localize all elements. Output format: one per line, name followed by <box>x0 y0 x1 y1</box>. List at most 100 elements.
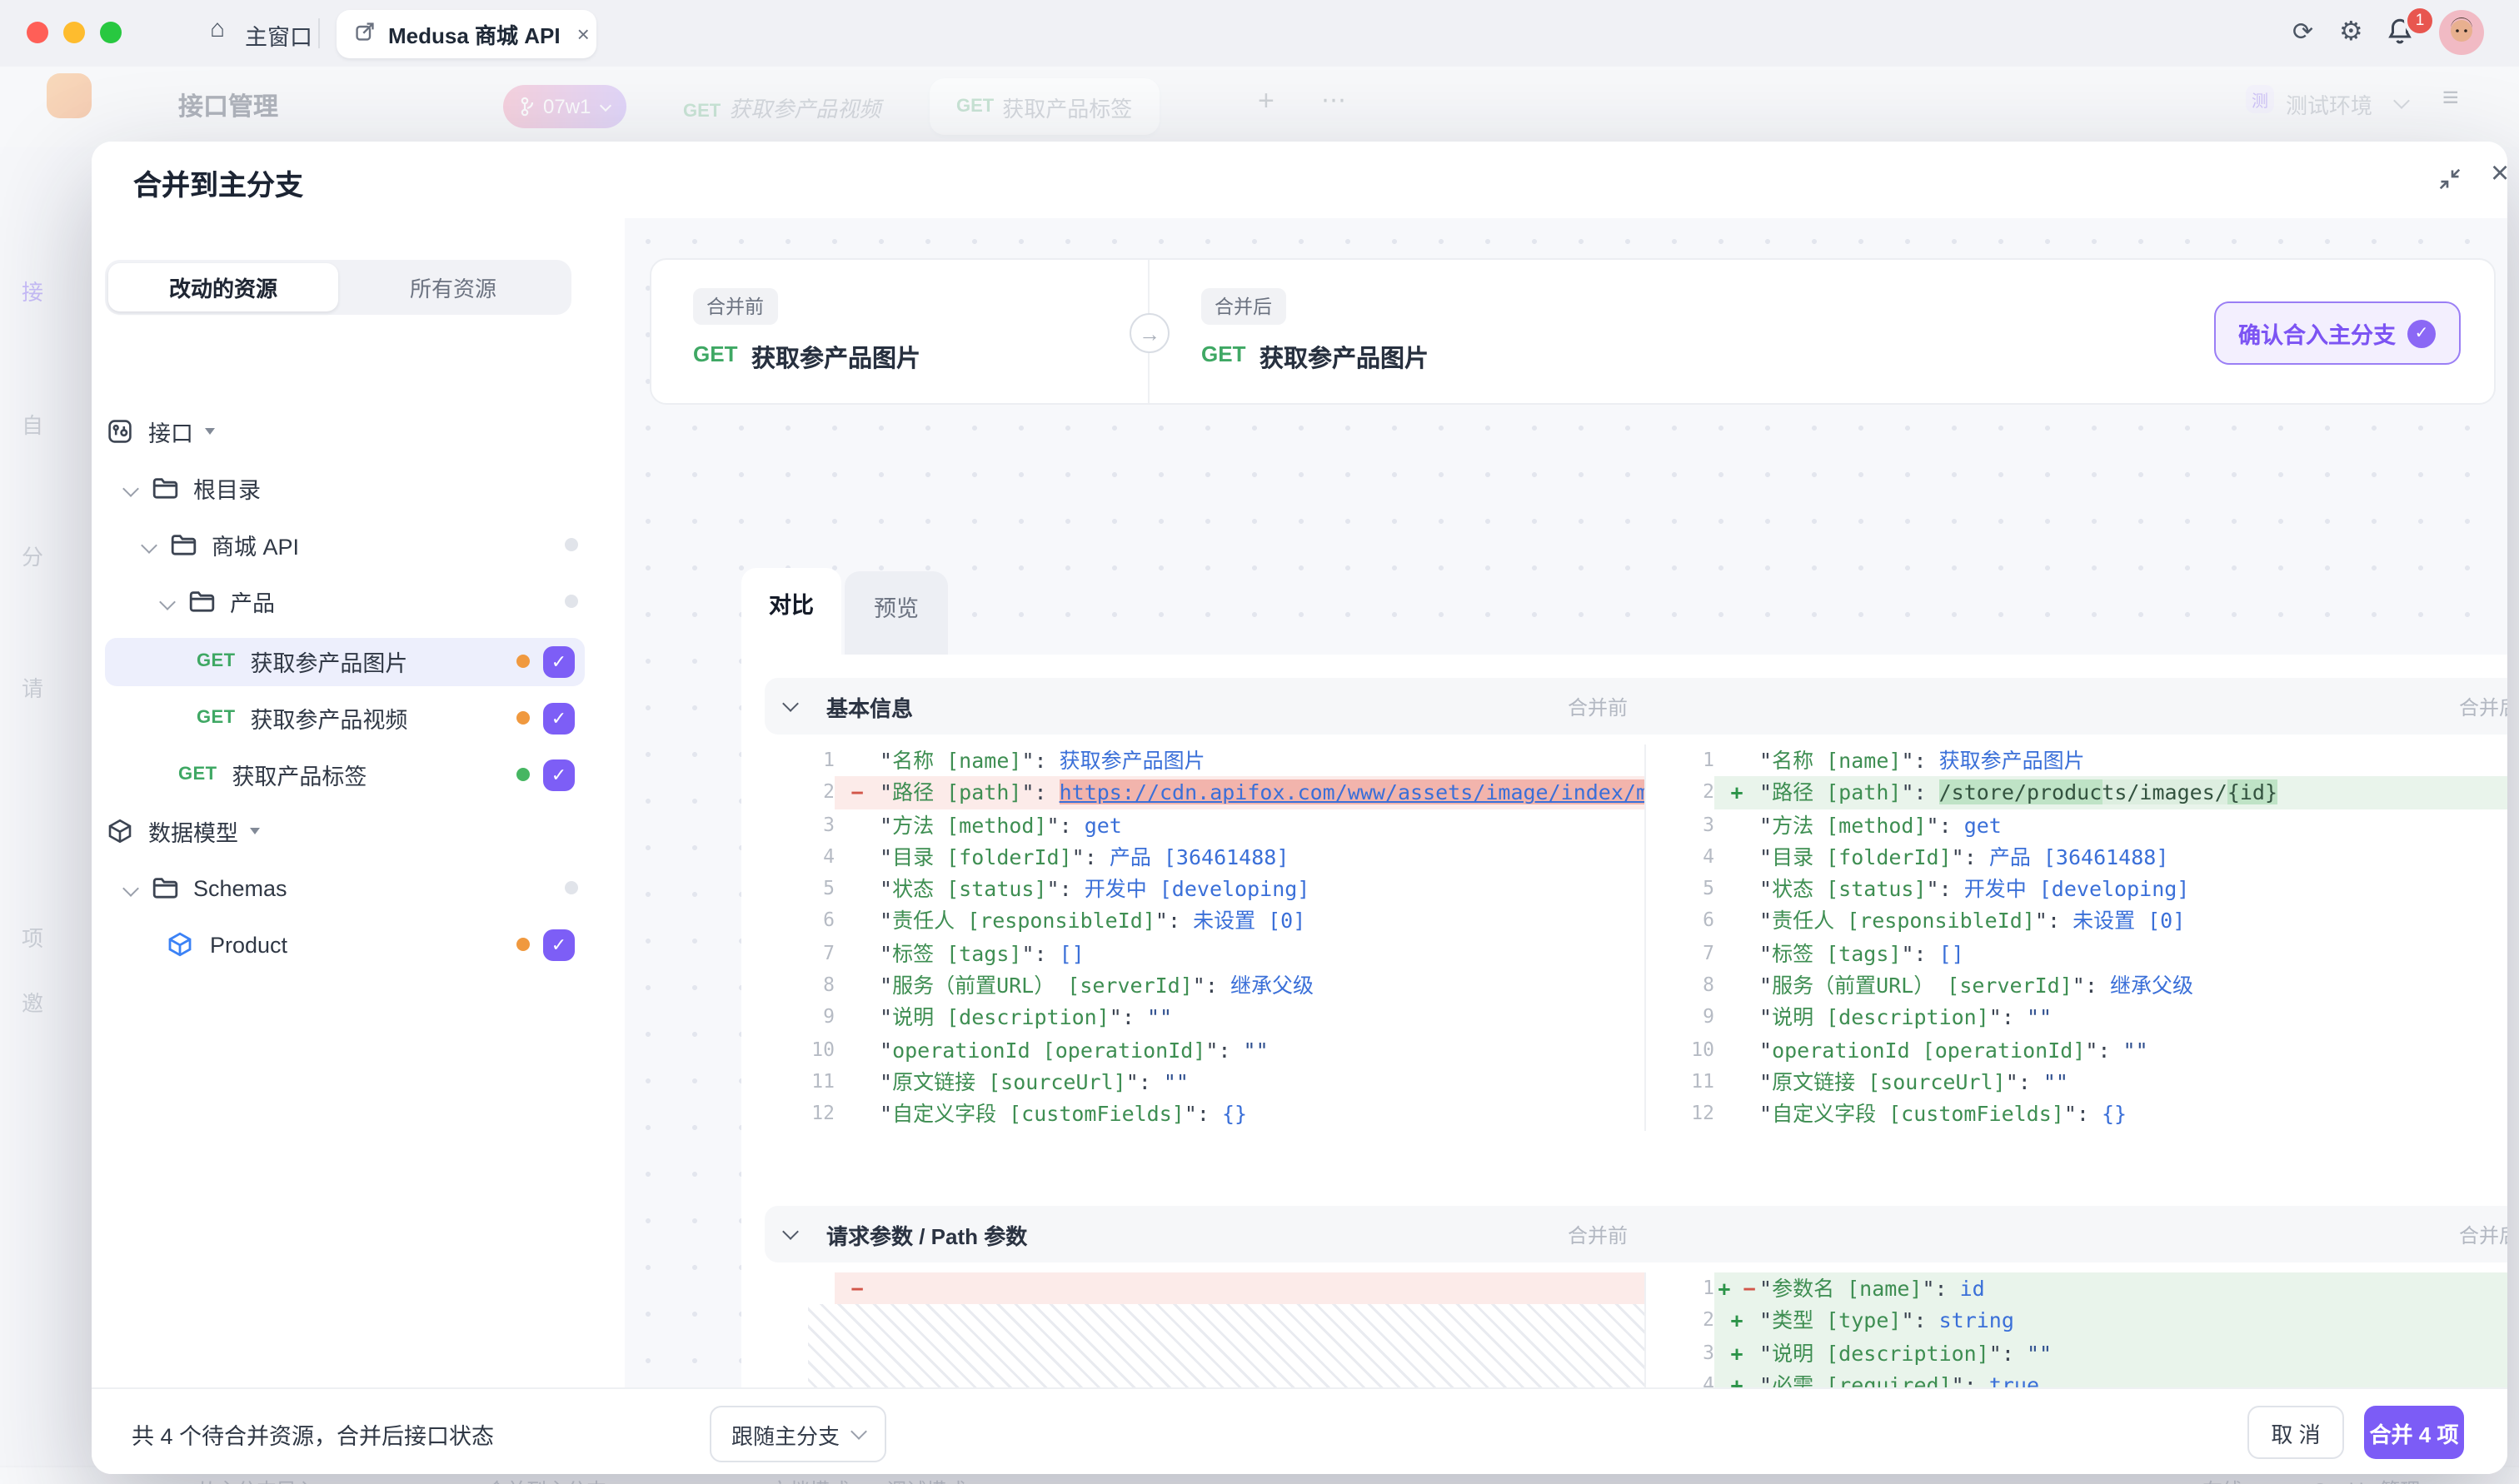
tree-item-mall-api[interactable]: 商城 API <box>141 521 300 568</box>
tree-item-root-folder[interactable]: 根目录 <box>122 465 261 511</box>
collapse-icon[interactable] <box>2437 167 2462 200</box>
merge-confirm-button[interactable]: 合并 4 项 <box>2364 1406 2464 1459</box>
before-column-label: 合并前 <box>1568 1223 1629 1247</box>
home-icon[interactable]: ⌂ <box>210 15 225 43</box>
after-pill: 合并后 <box>1201 288 1285 325</box>
data-model-icon <box>108 819 132 844</box>
endpoint-title-before: 获取参产品图片 <box>751 346 920 373</box>
chevron-down-icon <box>850 1423 867 1440</box>
endpoint-label: 获取参产品视频 <box>250 708 408 733</box>
diff-line: 2− "路径 [path]": https://cdn.apifox.com/ww… <box>765 776 1644 809</box>
endpoint-label: 获取产品标签 <box>232 764 367 789</box>
diff-card: 基本信息 合并前 合并后 1"名称 [name]": 获取参产品图片 2−"路径 … <box>741 655 2507 1434</box>
tree-item-root-folder-label: 根目录 <box>193 478 261 503</box>
tree-endpoint-product-tags[interactable]: GET 获取产品标签 <box>178 751 367 798</box>
modal-title: 合并到主分支 <box>133 170 303 202</box>
added-dot <box>516 768 530 781</box>
tree-item-schema-product-label: Product <box>210 932 288 957</box>
traffic-minimize-button[interactable] <box>63 22 85 43</box>
before-column-label: 合并前 <box>1568 695 1629 719</box>
section-title: 基本信息 <box>826 695 914 720</box>
diff-pane-after-basic: 1 "名称 [name]": 获取参产品图片 2 + "路径 [path]": /sto… <box>1644 744 2507 1130</box>
dropdown-caret-icon <box>205 428 215 435</box>
traffic-zoom-button[interactable] <box>100 22 122 43</box>
window-titlebar: ⌂ 主窗口 Medusa 商城 API × ⟳ ⚙ 1 <box>0 0 2519 67</box>
modified-dot <box>516 655 530 668</box>
tree-item-mall-api-label: 商城 API <box>212 535 300 560</box>
tab-changed-resources[interactable]: 改动的资源 <box>108 263 338 311</box>
tab-compare[interactable]: 对比 <box>741 568 841 655</box>
folder-icon <box>189 591 215 612</box>
tab-all-resources[interactable]: 所有资源 <box>338 263 568 311</box>
diff-line: 7 "标签 [tags]": [] <box>1703 940 1964 966</box>
modal-header: 合并到主分支 × <box>92 142 2507 220</box>
confirm-merge-label: 确认合入主分支 <box>2238 323 2396 348</box>
status-dropdown[interactable]: 跟随主分支 <box>710 1406 887 1462</box>
merge-checkbox[interactable]: ✓ <box>543 703 575 735</box>
diff-line: 3 "方法 [method]": get <box>1703 812 2002 838</box>
section-title: 请求参数 / Path 参数 <box>826 1223 1028 1248</box>
main-window-tab[interactable]: 主窗口 <box>245 18 312 52</box>
tree-group-api[interactable]: 接口 <box>107 408 215 455</box>
project-window-tab-label: Medusa 商城 API <box>388 23 561 48</box>
modal-sidebar: 改动的资源 所有资源 接口 根目录 商城 API 产品 GET 获取参产品图片 … <box>92 218 626 1387</box>
tab-preview[interactable]: 预览 <box>845 571 948 658</box>
diff-line: 10 "operationId [operationId]": "" <box>811 1037 1269 1063</box>
tree-item-product-folder-label: 产品 <box>230 591 275 616</box>
section-basic-info-header[interactable]: 基本信息 合并前 合并后 <box>765 678 2507 735</box>
diff-pane-before-params: − <box>765 1272 1644 1305</box>
tree-group-data-model-label: 数据模型 <box>148 821 238 846</box>
merge-checkbox[interactable]: ✓ <box>543 929 575 961</box>
diff-line: 4 "目录 [folderId]": 产品 [36461488] <box>1703 844 2169 869</box>
before-pill: 合并前 <box>693 288 777 325</box>
diff-line: 4 "目录 [folderId]": 产品 [36461488] <box>823 844 1289 869</box>
project-window-tab[interactable]: Medusa 商城 API × <box>337 10 596 58</box>
diff-line: 11 "原文链接 [sourceUrl]": "" <box>811 1068 1189 1094</box>
tree-item-schema-product[interactable]: Product <box>167 921 287 968</box>
diff-line: 11 "原文链接 [sourceUrl]": "" <box>1691 1068 2068 1094</box>
merge-checkbox[interactable]: ✓ <box>543 759 575 791</box>
tree-group-api-label: 接口 <box>148 421 193 446</box>
resource-tabs: 改动的资源 所有资源 <box>105 260 571 315</box>
api-group-icon <box>108 420 132 443</box>
avatar[interactable] <box>2439 10 2484 55</box>
collapse-chevron-icon <box>782 695 799 712</box>
section-path-params-header[interactable]: 请求参数 / Path 参数 合并前 合并后 <box>765 1206 2507 1262</box>
merge-modal: 合并到主分支 × 改动的资源 所有资源 接口 根目录 商城 API 产品 GET… <box>92 142 2507 1474</box>
notification-badge: 1 <box>2404 5 2436 37</box>
diff-line: 5 "状态 [status]": 开发中 [developing] <box>1703 876 2190 902</box>
endpoint-title-after: 获取参产品图片 <box>1260 346 1429 373</box>
after-column-label: 合并后 <box>2458 695 2507 719</box>
traffic-close-button[interactable] <box>27 22 48 43</box>
cancel-button[interactable]: 取 消 <box>2247 1406 2344 1459</box>
modified-dot <box>516 711 530 725</box>
diff-line: 5 "状态 [status]": 开发中 [developing] <box>823 876 1310 902</box>
diff-line: 8 "服务（前置URL） [serverId]": 继承父级 <box>823 973 1314 998</box>
folder-icon <box>152 878 178 899</box>
tree-item-product-folder[interactable]: 产品 <box>159 578 275 625</box>
folder-icon <box>152 478 178 499</box>
confirm-merge-button[interactable]: 确认合入主分支 ✓ <box>2213 301 2461 365</box>
method-label: GET <box>1201 341 1246 366</box>
tree-endpoint-product-videos[interactable]: GET 获取参产品视频 <box>197 695 407 741</box>
tree-item-schemas-folder[interactable]: Schemas <box>122 864 287 911</box>
tree-endpoint-product-images[interactable]: GET 获取参产品图片 <box>197 638 407 685</box>
merge-checkbox[interactable]: ✓ <box>543 646 575 678</box>
diff-line: 12 "自定义字段 [customFields]": {} <box>1691 1101 2127 1127</box>
change-indicator-dot <box>565 595 578 608</box>
tree-group-data-model[interactable]: 数据模型 <box>107 808 260 854</box>
settings-gear-icon[interactable]: ⚙ <box>2339 15 2363 48</box>
diff-line: 3 + "说明 [description]": "" <box>1644 1337 2507 1369</box>
diff-line: 10 "operationId [operationId]": "" <box>1691 1037 2148 1063</box>
change-indicator-dot <box>565 538 578 551</box>
refresh-icon[interactable]: ⟳ <box>2292 17 2313 47</box>
modified-dot <box>516 938 530 951</box>
diff-pane-before-basic: 1 "名称 [name]": 获取参产品图片 2− "路径 [path]": http… <box>765 744 1644 1130</box>
screen: ⌂ 主窗口 Medusa 商城 API × ⟳ ⚙ 1 接口管理 07w1 GE… <box>0 0 2519 1484</box>
close-tab-icon[interactable]: × <box>577 22 590 47</box>
folder-icon <box>171 535 197 555</box>
modal-footer: 共 4 个待合并资源，合并后接口状态 跟随主分支 取 消 合并 4 项 <box>92 1387 2507 1474</box>
collapse-chevron-icon <box>782 1223 799 1240</box>
close-icon[interactable]: × <box>2491 157 2507 193</box>
merge-summary-text: 共 4 个待合并资源，合并后接口状态 <box>132 1424 495 1449</box>
